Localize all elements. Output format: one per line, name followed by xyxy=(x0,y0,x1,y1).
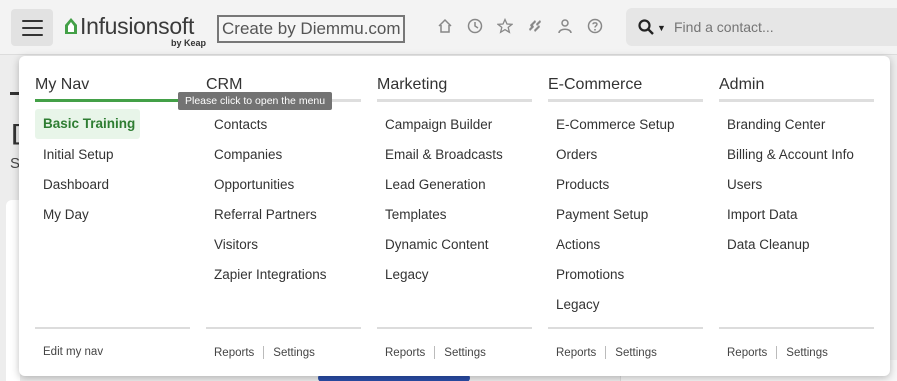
brand-watermark: Create by Diemmu.com xyxy=(217,15,405,43)
menu-item-companies[interactable]: Companies xyxy=(206,139,361,169)
menu-item-orders[interactable]: Orders xyxy=(548,139,703,169)
column-item-list: E-Commerce Setup Orders Products Payment… xyxy=(548,109,703,319)
footer-separator xyxy=(776,346,778,359)
menu-item-data-cleanup[interactable]: Data Cleanup xyxy=(719,229,874,259)
hamburger-line xyxy=(21,19,43,22)
help-icon[interactable] xyxy=(586,17,604,35)
settings-link[interactable]: Settings xyxy=(444,347,486,359)
top-header: Infusionsoft by Keap Create by Diemmu.co… xyxy=(0,0,897,55)
column-footer: Reports Settings xyxy=(727,346,828,359)
home-icon[interactable] xyxy=(436,17,454,35)
column-title: E-Commerce xyxy=(548,76,643,93)
settings-link[interactable]: Settings xyxy=(615,347,657,359)
menu-toggle-button[interactable] xyxy=(11,9,53,46)
footer-separator xyxy=(605,346,607,359)
menu-item-referral-partners[interactable]: Referral Partners xyxy=(206,199,361,229)
menu-item-branding-center[interactable]: Branding Center xyxy=(719,109,874,139)
search-input[interactable] xyxy=(674,19,884,35)
column-footer: Edit my nav xyxy=(43,346,103,358)
search-scope-dropdown-icon[interactable]: ▼ xyxy=(657,23,666,33)
clock-icon[interactable] xyxy=(466,17,484,35)
menu-item-promotions[interactable]: Promotions xyxy=(548,259,703,289)
column-footer-divider xyxy=(548,327,703,329)
hamburger-line xyxy=(21,33,43,36)
menu-item-templates[interactable]: Templates xyxy=(377,199,532,229)
reports-link[interactable]: Reports xyxy=(727,347,767,359)
menu-column-my-nav: My Nav Basic Training Initial Setup Dash… xyxy=(35,56,190,376)
menu-item-legacy[interactable]: Legacy xyxy=(377,259,532,289)
menu-item-lead-generation[interactable]: Lead Generation xyxy=(377,169,532,199)
leaf-logo-icon xyxy=(65,18,77,34)
menu-item-email-broadcasts[interactable]: Email & Broadcasts xyxy=(377,139,532,169)
menu-item-initial-setup[interactable]: Initial Setup xyxy=(35,139,190,169)
menu-item-dashboard[interactable]: Dashboard xyxy=(35,169,190,199)
menu-column-admin: Admin Branding Center Billing & Account … xyxy=(719,56,874,376)
hash-icon[interactable] xyxy=(526,17,544,35)
column-footer: Reports Settings xyxy=(556,346,657,359)
hamburger-line xyxy=(21,26,43,29)
reports-link[interactable]: Reports xyxy=(214,347,254,359)
menu-item-legacy[interactable]: Legacy xyxy=(548,289,703,319)
settings-link[interactable]: Settings xyxy=(786,347,828,359)
menu-item-users[interactable]: Users xyxy=(719,169,874,199)
menu-column-ecommerce: E-Commerce E-Commerce Setup Orders Produ… xyxy=(548,56,703,376)
column-footer: Reports Settings xyxy=(214,346,315,359)
menu-item-import-data[interactable]: Import Data xyxy=(719,199,874,229)
menu-column-marketing: Marketing Campaign Builder Email & Broad… xyxy=(377,56,532,376)
search-icon[interactable] xyxy=(637,18,655,36)
person-icon[interactable] xyxy=(556,17,574,35)
menu-item-my-day[interactable]: My Day xyxy=(35,199,190,229)
menu-hint-tooltip: Please click to open the menu xyxy=(178,92,333,110)
footer-separator xyxy=(263,346,265,359)
edit-my-nav-link[interactable]: Edit my nav xyxy=(43,346,103,358)
column-underline xyxy=(548,99,703,102)
column-item-list: Basic Training Initial Setup Dashboard M… xyxy=(35,109,190,229)
menu-item-billing-account-info[interactable]: Billing & Account Info xyxy=(719,139,874,169)
menu-item-visitors[interactable]: Visitors xyxy=(206,229,361,259)
menu-item-contacts[interactable]: Contacts xyxy=(206,109,361,139)
column-underline xyxy=(377,99,532,102)
footer-separator xyxy=(434,346,436,359)
background-card xyxy=(6,200,20,381)
menu-item-basic-training[interactable]: Basic Training xyxy=(35,109,140,139)
column-item-list: Branding Center Billing & Account Info U… xyxy=(719,109,874,259)
logo-subtitle: by Keap xyxy=(171,38,207,48)
menu-item-ecommerce-setup[interactable]: E-Commerce Setup xyxy=(548,109,703,139)
logo-text: Infusionsoft xyxy=(80,13,195,39)
menu-item-products[interactable]: Products xyxy=(548,169,703,199)
column-title: Admin xyxy=(719,76,765,93)
menu-item-zapier-integrations[interactable]: Zapier Integrations xyxy=(206,259,361,289)
column-footer-divider xyxy=(206,327,361,329)
menu-item-actions[interactable]: Actions xyxy=(548,229,703,259)
column-title: My Nav xyxy=(35,76,90,93)
column-title: Marketing xyxy=(377,76,448,93)
column-footer-divider xyxy=(719,327,874,329)
column-item-list: Contacts Companies Opportunities Referra… xyxy=(206,109,361,289)
top-icon-bar xyxy=(436,17,604,35)
contact-search: ▼ xyxy=(626,8,897,46)
reports-link[interactable]: Reports xyxy=(556,347,596,359)
column-footer-divider xyxy=(35,327,190,329)
column-footer-divider xyxy=(377,327,532,329)
column-active-underline xyxy=(35,99,190,102)
menu-item-dynamic-content[interactable]: Dynamic Content xyxy=(377,229,532,259)
column-underline xyxy=(719,99,874,102)
column-footer: Reports Settings xyxy=(385,346,486,359)
star-icon[interactable] xyxy=(496,17,514,35)
column-item-list: Campaign Builder Email & Broadcasts Lead… xyxy=(377,109,532,289)
settings-link[interactable]: Settings xyxy=(273,347,315,359)
main-navigation-menu: My Nav Basic Training Initial Setup Dash… xyxy=(19,56,890,376)
menu-item-campaign-builder[interactable]: Campaign Builder xyxy=(377,109,532,139)
reports-link[interactable]: Reports xyxy=(385,347,425,359)
menu-item-payment-setup[interactable]: Payment Setup xyxy=(548,199,703,229)
menu-item-opportunities[interactable]: Opportunities xyxy=(206,169,361,199)
